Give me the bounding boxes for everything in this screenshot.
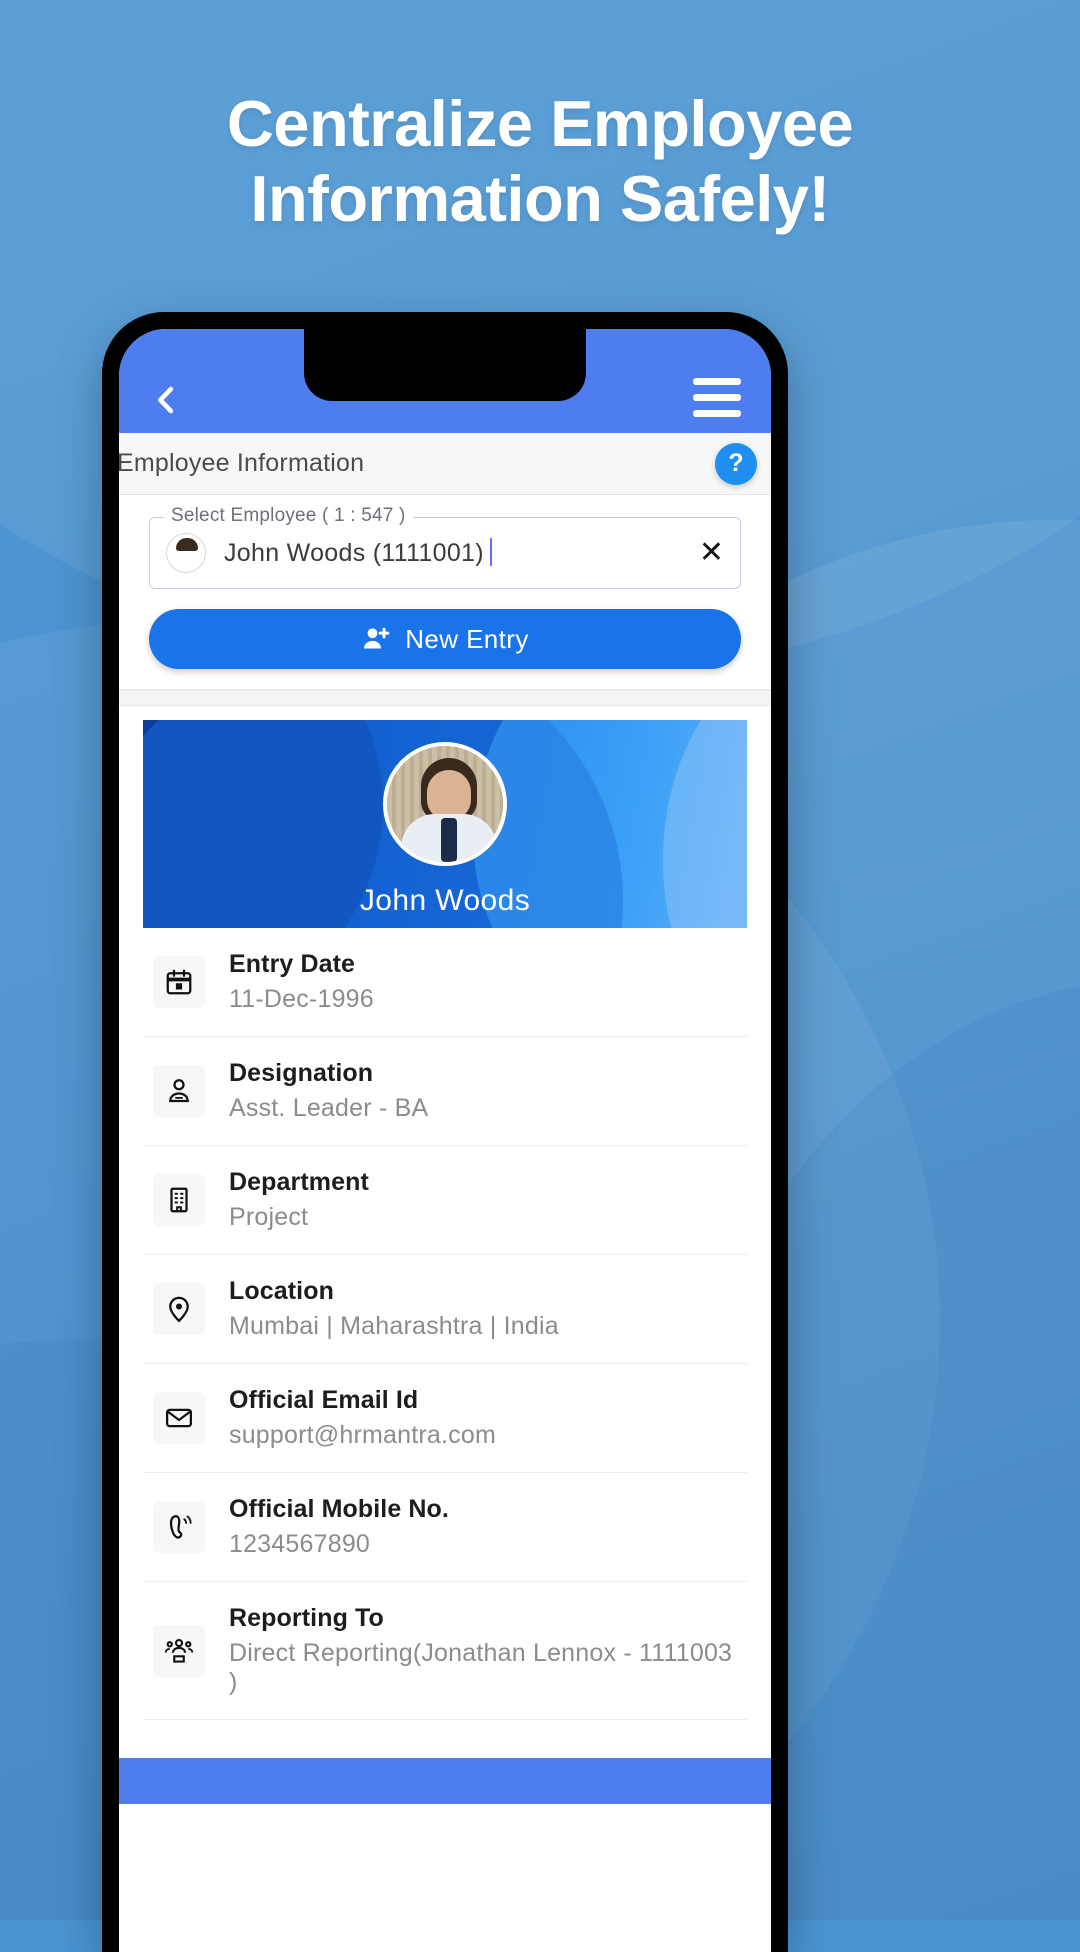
person-add-icon — [364, 627, 390, 649]
phone-ring-icon — [153, 1501, 205, 1553]
phone-screen: Employee Information ? Select Employee (… — [119, 329, 771, 1952]
clear-selection-button[interactable]: ✕ — [689, 538, 724, 568]
row-label: Reporting To — [229, 1604, 384, 1632]
phone-notch — [304, 329, 586, 401]
back-button[interactable] — [149, 383, 183, 417]
select-employee-field[interactable]: Select Employee ( 1 : 547 ) John Woods (… — [149, 505, 741, 589]
table-row: Location Mumbai | Maharashtra | India — [143, 1255, 747, 1364]
people-group-icon — [153, 1624, 205, 1677]
profile-photo — [383, 742, 507, 866]
calendar-icon — [153, 956, 205, 1008]
profile-banner: John Woods — [143, 720, 747, 928]
select-employee-legend: Select Employee ( 1 : 547 ) — [164, 505, 413, 527]
row-label: Department — [229, 1168, 369, 1196]
select-employee-text: John Woods (1111001) — [224, 539, 484, 567]
row-label: Designation — [229, 1059, 374, 1087]
row-label: Location — [229, 1277, 334, 1305]
profile-name: John Woods — [359, 884, 531, 917]
text-caret — [489, 538, 492, 566]
promo-headline: Centralize Employee Information Safely! — [0, 86, 1080, 237]
row-value: Mumbai | Maharashtra | India — [229, 1312, 559, 1340]
user-badge-icon — [153, 1065, 205, 1117]
table-row: Official Mobile No. 1234567890 — [143, 1473, 747, 1582]
row-value: Project — [229, 1203, 309, 1231]
select-employee-section: Select Employee ( 1 : 547 ) John Woods (… — [119, 495, 771, 690]
employee-details-list: Entry Date 11-Dec-1996 Designation Asst.… — [119, 928, 771, 1720]
headline-line-2: Information Safely! — [250, 162, 830, 236]
table-row: Reporting To Direct Reporting(Jonathan L… — [143, 1582, 747, 1720]
row-label: Official Email Id — [229, 1386, 419, 1414]
headline-line-1: Centralize Employee — [226, 87, 854, 160]
table-row: Official Email Id support@hrmantra.com — [143, 1364, 747, 1473]
new-entry-label: New Entry — [405, 623, 529, 654]
row-value: support@hrmantra.com — [229, 1421, 496, 1449]
phone-mockup: Employee Information ? Select Employee (… — [102, 312, 788, 1952]
table-row: Department Project — [143, 1146, 747, 1255]
row-value: 11-Dec-1996 — [229, 985, 374, 1013]
employee-avatar-icon — [166, 533, 206, 573]
select-employee-value: John Woods (1111001) — [224, 538, 689, 568]
building-icon — [153, 1174, 205, 1226]
table-row: Entry Date 11-Dec-1996 — [143, 928, 747, 1037]
hamburger-menu-icon[interactable] — [693, 378, 741, 417]
chevron-left-icon — [158, 386, 174, 414]
section-divider — [119, 690, 771, 706]
row-label: Entry Date — [229, 950, 356, 978]
page-title: Employee Information — [119, 449, 365, 477]
bottom-action-bar — [119, 1758, 771, 1804]
new-entry-button[interactable]: New Entry — [149, 609, 741, 669]
row-value: Asst. Leader - BA — [229, 1094, 429, 1122]
envelope-icon — [153, 1392, 205, 1444]
help-button[interactable]: ? — [715, 442, 757, 485]
row-label: Official Mobile No. — [229, 1495, 449, 1523]
table-row: Designation Asst. Leader - BA — [143, 1037, 747, 1146]
row-value: Direct Reporting(Jonathan Lennox - 11110… — [229, 1639, 733, 1696]
row-value: 1234567890 — [229, 1530, 371, 1558]
page-title-bar: Employee Information ? — [119, 433, 771, 495]
profile-banner-wrap: John Woods — [119, 706, 771, 928]
map-pin-icon — [153, 1283, 205, 1335]
